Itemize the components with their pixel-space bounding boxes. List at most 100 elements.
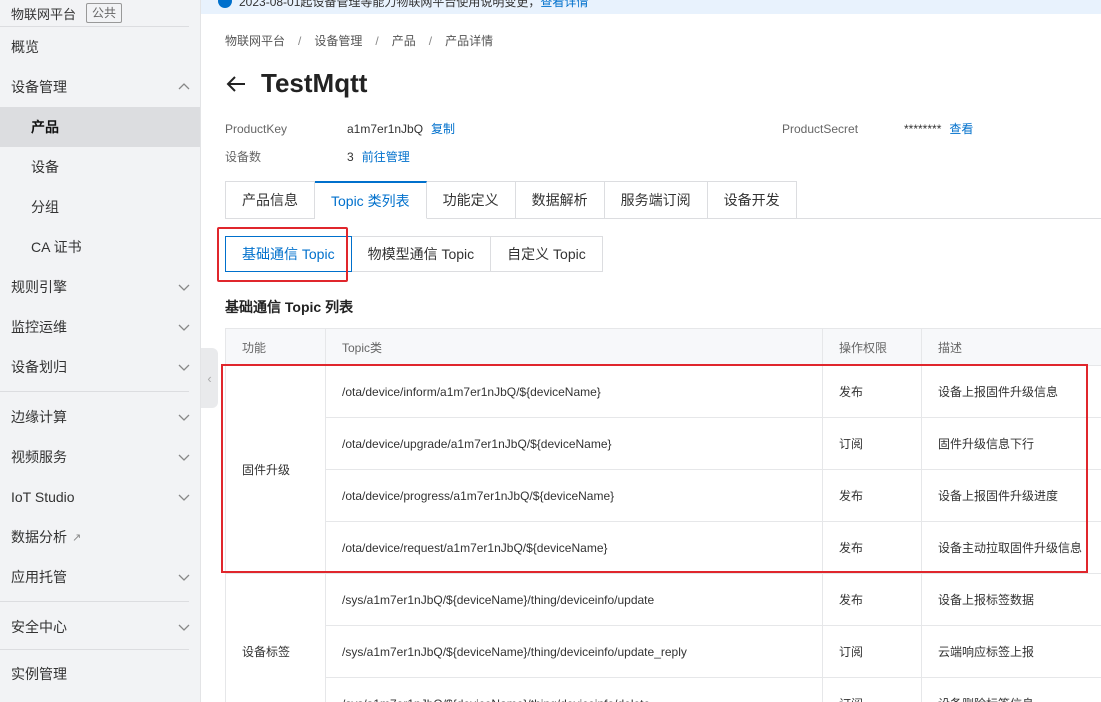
sidebar-item-label: 边缘计算 [11, 409, 67, 425]
chevron-down-icon [178, 361, 190, 371]
chevron-down-icon [178, 491, 190, 501]
sidebar-item-device-assign[interactable]: 设备划归 [0, 347, 200, 387]
instance-badge[interactable]: 公共 [86, 3, 123, 23]
sidebar-item-app-hosting[interactable]: 应用托管 [0, 557, 200, 597]
product-key-label: ProductKey [225, 122, 288, 136]
sidebar-item-label: 应用托管 [11, 569, 67, 585]
device-count-label: 设备数 [225, 150, 262, 164]
chevron-down-icon [178, 571, 190, 581]
sidebar-item-label: 安全中心 [11, 619, 67, 635]
sidebar-item-label: 数据分析 [11, 529, 67, 545]
breadcrumb-item[interactable]: 产品 [392, 34, 416, 48]
product-secret-label: ProductSecret [782, 122, 859, 136]
chevron-up-icon [178, 81, 190, 91]
table-row: /sys/a1m7er1nJbQ/${deviceName}/thing/dev… [226, 677, 1101, 702]
breadcrumb: 物联网平台 / 设备管理 / 产品 / 产品详情 [225, 32, 493, 49]
sidebar-divider [0, 601, 189, 602]
breadcrumb-item: 产品详情 [445, 34, 494, 48]
description-cell: 设备删除标签信息 [921, 677, 1101, 702]
topic-cell: /sys/a1m7er1nJbQ/${deviceName}/thing/dev… [325, 677, 823, 702]
group-cell: 设备标签 [225, 573, 326, 702]
sidebar-item-label: 规则引擎 [11, 279, 67, 295]
topic-cell: /sys/a1m7er1nJbQ/${deviceName}/thing/dev… [325, 625, 823, 678]
highlight-box [217, 227, 348, 282]
tab-server-subscription[interactable]: 服务端订阅 [604, 181, 708, 219]
sidebar-item-rule-engine[interactable]: 规则引擎 [0, 267, 200, 307]
subtab-custom-topic[interactable]: 自定义 Topic [491, 236, 603, 272]
product-key-value: a1m7er1nJbQ [347, 122, 424, 136]
breadcrumb-item[interactable]: 物联网平台 [225, 34, 285, 48]
view-secret-link[interactable]: 查看 [949, 122, 973, 136]
product-key-row: ProductKey a1m7er1nJbQ 复制 [225, 120, 455, 137]
subtab-thing-model-topic[interactable]: 物模型通信 Topic [351, 236, 492, 272]
copy-link[interactable]: 复制 [431, 122, 455, 136]
sidebar-item-group[interactable]: 分组 [0, 187, 200, 227]
description-cell: 设备上报标签数据 [921, 573, 1101, 626]
sidebar-item-label: 视频服务 [11, 449, 67, 465]
back-arrow-icon[interactable] [225, 73, 247, 95]
sidebar-item-label: 设备管理 [11, 79, 67, 95]
tab-topic-list[interactable]: Topic 类列表 [315, 181, 427, 219]
device-count-value: 3 [347, 150, 354, 164]
manage-devices-link[interactable]: 前往管理 [362, 150, 410, 164]
product-secret-value: ******** [904, 122, 942, 136]
col-header-function: 功能 [225, 328, 326, 366]
sidebar-item-label: 产品 [31, 119, 59, 135]
tab-product-info[interactable]: 产品信息 [225, 181, 315, 219]
sidebar-item-label: 设备划归 [11, 359, 67, 375]
sidebar-header: 物联网平台 公共 [0, 0, 200, 26]
permission-cell: 发布 [822, 573, 922, 626]
chevron-down-icon [178, 621, 190, 631]
table-header-row: 功能 Topic类 操作权限 描述 [225, 328, 1101, 366]
sidebar-item-edge-computing[interactable]: 边缘计算 [0, 397, 200, 437]
sidebar-item-label: 监控运维 [11, 319, 67, 335]
sidebar-item-security-center[interactable]: 安全中心 [0, 607, 200, 647]
chevron-down-icon [178, 281, 190, 291]
sidebar-item-overview[interactable]: 概览 [0, 27, 200, 67]
topic-cell: /sys/a1m7er1nJbQ/${deviceName}/thing/dev… [325, 573, 823, 626]
product-secret-row: ProductSecret ******** 查看 [782, 120, 973, 137]
col-header-permission: 操作权限 [822, 328, 922, 366]
notice-message: 2023-08-01起设备管理等能力物联网平台使用说明变更， [239, 0, 541, 9]
external-link-icon: ↗ [72, 531, 82, 544]
description-cell: 云端响应标签上报 [921, 625, 1101, 678]
sidebar-divider [0, 391, 189, 392]
breadcrumb-separator: / [298, 34, 302, 48]
chevron-down-icon [178, 321, 190, 331]
sidebar-item-data-analysis[interactable]: 数据分析 ↗ [0, 517, 200, 557]
sidebar-collapse-handle[interactable]: ‹ [201, 348, 218, 408]
tab-data-parsing[interactable]: 数据解析 [515, 181, 605, 219]
notice-bar: 2023-08-01起设备管理等能力物联网平台使用说明变更，查看详情 [201, 0, 1101, 14]
table-row: 设备标签 /sys/a1m7er1nJbQ/${deviceName}/thin… [225, 573, 1101, 702]
tab-function-definition[interactable]: 功能定义 [426, 181, 516, 219]
permission-cell: 订阅 [822, 677, 922, 702]
sidebar-item-product[interactable]: 产品 [0, 107, 200, 147]
highlight-box [221, 364, 1088, 573]
sidebar-item-device-management[interactable]: 设备管理 [0, 67, 200, 107]
platform-name: 物联网平台 [11, 6, 77, 22]
tab-device-development[interactable]: 设备开发 [707, 181, 797, 219]
info-icon [218, 0, 232, 8]
notice-link[interactable]: 查看详情 [540, 0, 588, 9]
sidebar-item-label: 分组 [31, 199, 59, 215]
chevron-down-icon [178, 411, 190, 421]
sidebar-item-video-service[interactable]: 视频服务 [0, 437, 200, 477]
col-header-description: 描述 [921, 328, 1101, 366]
breadcrumb-item[interactable]: 设备管理 [314, 34, 362, 48]
breadcrumb-separator: / [428, 34, 433, 48]
sidebar-item-ca-cert[interactable]: CA 证书 [0, 227, 200, 267]
permission-cell: 订阅 [822, 625, 922, 678]
sidebar: 物联网平台 公共 概览 设备管理 产品 设备 分组 CA 证书 规则引擎 监控运… [0, 0, 201, 702]
chevron-left-icon: ‹ [207, 370, 212, 386]
sidebar-item-label: 概览 [11, 39, 39, 55]
title-row: TestMqtt [225, 68, 367, 99]
sidebar-item-instance-management[interactable]: 实例管理 [0, 654, 200, 694]
notice-text: 2023-08-01起设备管理等能力物联网平台使用说明变更，查看详情 [239, 0, 588, 10]
sidebar-item-iot-studio[interactable]: IoT Studio [0, 477, 200, 517]
sidebar-item-device[interactable]: 设备 [0, 147, 200, 187]
col-header-topic: Topic类 [325, 328, 823, 366]
sidebar-item-monitoring[interactable]: 监控运维 [0, 307, 200, 347]
sidebar-item-label: 设备 [31, 159, 59, 175]
sidebar-item-label: IoT Studio [11, 489, 75, 505]
section-title: 基础通信 Topic 列表 [225, 299, 354, 315]
